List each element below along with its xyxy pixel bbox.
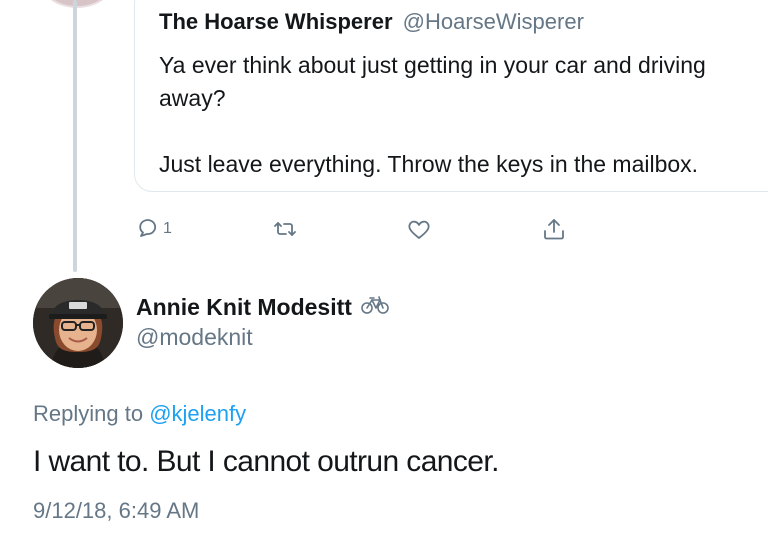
reply-count: 1 [163, 220, 172, 237]
quoted-author-name[interactable]: The Hoarse Whisperer [159, 9, 393, 34]
tweet-text: I want to. But I cannot outrun cancer. [33, 445, 499, 478]
author-avatar[interactable] [33, 278, 123, 368]
previous-author-avatar[interactable] [42, 0, 112, 8]
retweet-button[interactable] [272, 212, 298, 246]
replying-to-label: Replying to [33, 401, 144, 426]
author-name-label: Annie Knit Modesitt [136, 294, 352, 320]
heart-icon [406, 217, 432, 241]
reply-button[interactable]: 1 [135, 212, 172, 246]
quoted-tweet-header: The Hoarse Whisperer @HoarseWisperer [159, 9, 584, 35]
quoted-author-handle[interactable]: @HoarseWisperer [403, 9, 584, 34]
like-button[interactable] [406, 212, 432, 246]
tweet-thread-view: The Hoarse Whisperer @HoarseWisperer Ya … [0, 0, 768, 542]
reply-icon [135, 217, 159, 241]
replying-to-mention-link[interactable]: @kjelenfy [149, 401, 246, 426]
author-name[interactable]: Annie Knit Modesitt [136, 293, 390, 321]
share-icon [541, 216, 567, 242]
share-button[interactable] [541, 212, 567, 246]
retweet-icon [272, 217, 298, 241]
author-handle[interactable]: @modeknit [136, 323, 253, 351]
bicycle-icon [360, 293, 390, 321]
tweet-timestamp[interactable]: 9/12/18, 6:49 AM [33, 497, 199, 525]
replying-to-line: Replying to @kjelenfy [33, 400, 246, 428]
tweet-action-bar: 1 [0, 212, 768, 246]
quoted-tweet-text: Ya ever think about just getting in your… [159, 52, 706, 177]
